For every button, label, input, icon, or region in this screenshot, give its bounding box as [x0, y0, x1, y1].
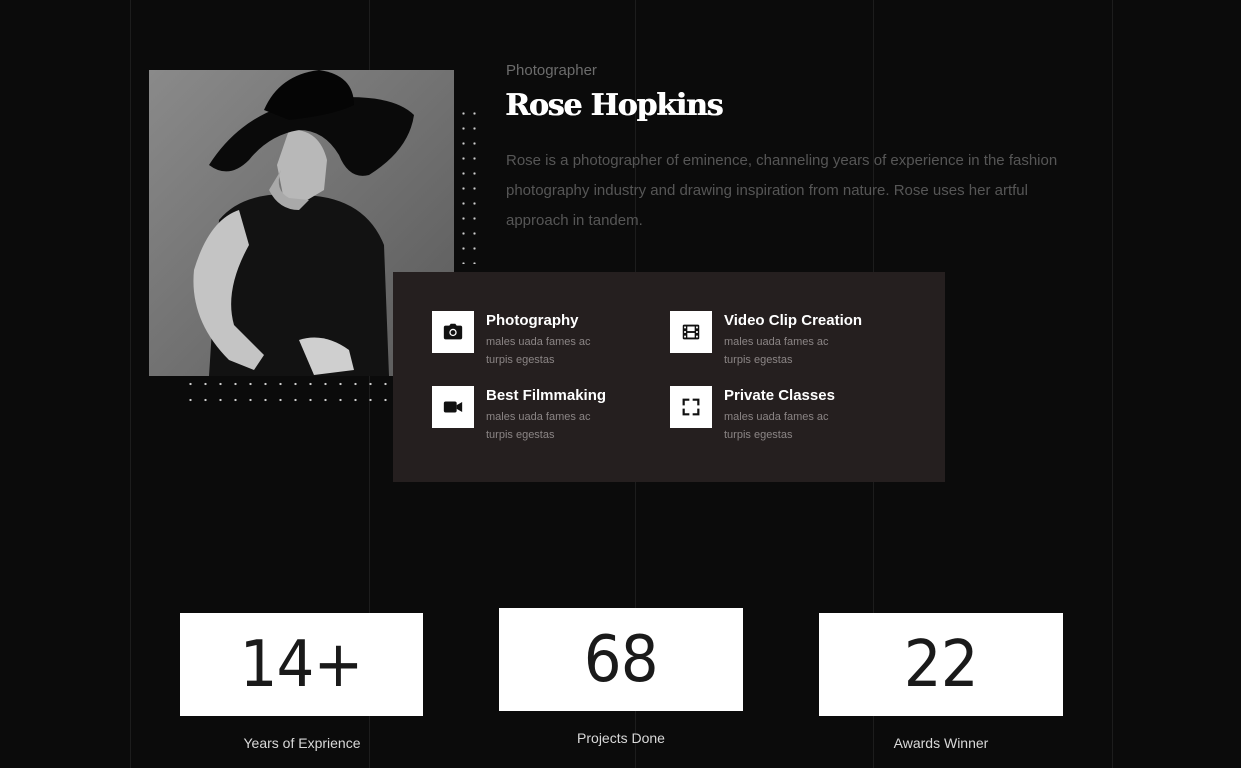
stat-awards-box: 22: [819, 613, 1063, 716]
video-camera-icon: [432, 386, 474, 428]
profile-role: Photographer: [506, 62, 597, 79]
grid-line: [130, 0, 131, 768]
service-description: males uada fames ac turpis egestas: [724, 336, 829, 366]
film-strip-icon: [670, 311, 712, 353]
service-description: males uada fames ac turpis egestas: [486, 411, 591, 441]
stat-projects-box: 68: [499, 608, 743, 711]
stat-label: Awards Winner: [893, 735, 989, 751]
grid-line: [1112, 0, 1113, 768]
expand-icon: [670, 386, 712, 428]
service-description: males uada fames ac turpis egestas: [724, 411, 829, 441]
service-item-best-filmmaking[interactable]: Best Filmmaking males uada fames ac turp…: [432, 386, 672, 456]
decorative-dots: [458, 106, 480, 264]
service-description: males uada fames ac turpis egestas: [486, 336, 591, 366]
decorative-dots: [183, 376, 389, 406]
service-title: Private Classes: [724, 387, 835, 404]
camera-icon: [432, 311, 474, 353]
stat-years-box: 14+: [180, 613, 423, 716]
service-title: Photography: [486, 312, 579, 329]
stat-label: Years of Exprience: [243, 735, 361, 751]
stat-value: 14+: [240, 627, 364, 702]
stat-value: 22: [904, 627, 979, 702]
service-item-video-clip-creation[interactable]: Video Clip Creation males uada fames ac …: [670, 311, 910, 381]
stat-label: Projects Done: [577, 730, 665, 746]
services-card: Photography males uada fames ac turpis e…: [393, 272, 945, 482]
service-item-private-classes[interactable]: Private Classes males uada fames ac turp…: [670, 386, 910, 456]
service-item-photography[interactable]: Photography males uada fames ac turpis e…: [432, 311, 672, 381]
service-title: Best Filmmaking: [486, 387, 607, 404]
stat-value: 68: [584, 622, 659, 697]
profile-name: Rose Hopkins: [505, 88, 723, 123]
profile-bio: Rose is a photographer of eminence, chan…: [506, 152, 1058, 229]
service-title: Video Clip Creation: [724, 312, 863, 329]
